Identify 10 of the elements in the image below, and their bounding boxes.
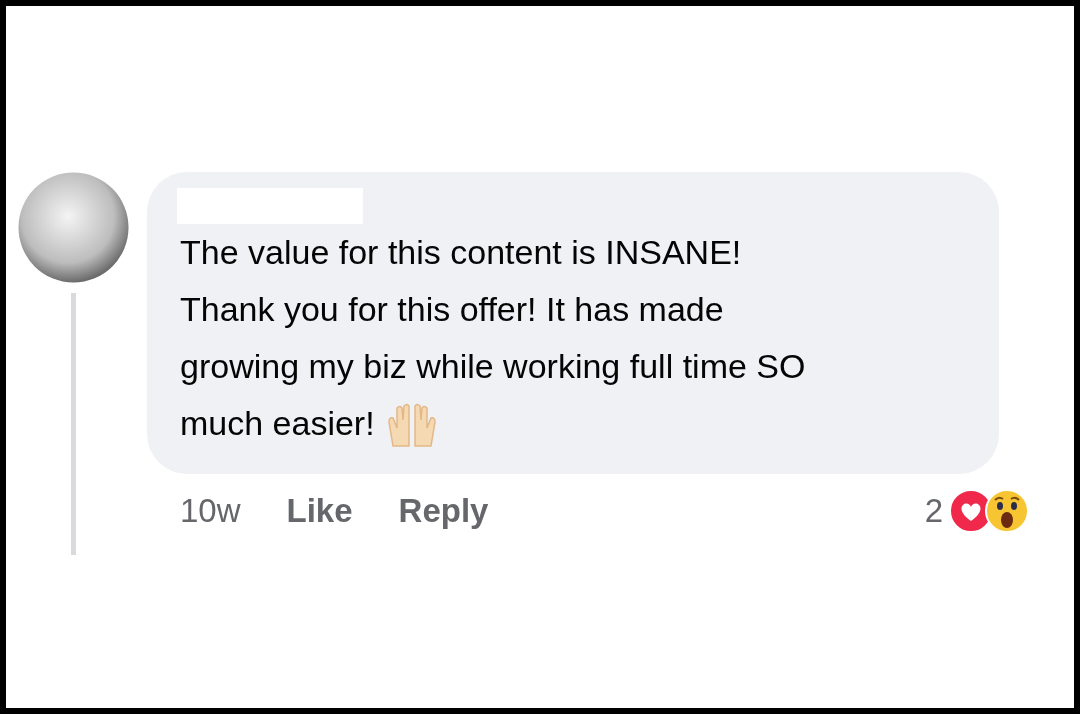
comment-time: 10w bbox=[180, 491, 241, 531]
comment-text-line: Thank you for this offer! It has made bbox=[180, 289, 724, 330]
reaction-count: 2 bbox=[924, 491, 943, 531]
avatar[interactable] bbox=[18, 172, 129, 283]
comment-action-link[interactable]: Like bbox=[286, 486, 353, 536]
comment-text-line: much easier! bbox=[180, 403, 375, 444]
surprised-face-icon bbox=[985, 488, 1029, 533]
comment-text-line: The value for this content is INSANE! bbox=[180, 232, 742, 273]
comment-text-line: growing my biz while working full time SO bbox=[180, 346, 806, 387]
comment-action-link[interactable]: Reply bbox=[398, 486, 489, 536]
